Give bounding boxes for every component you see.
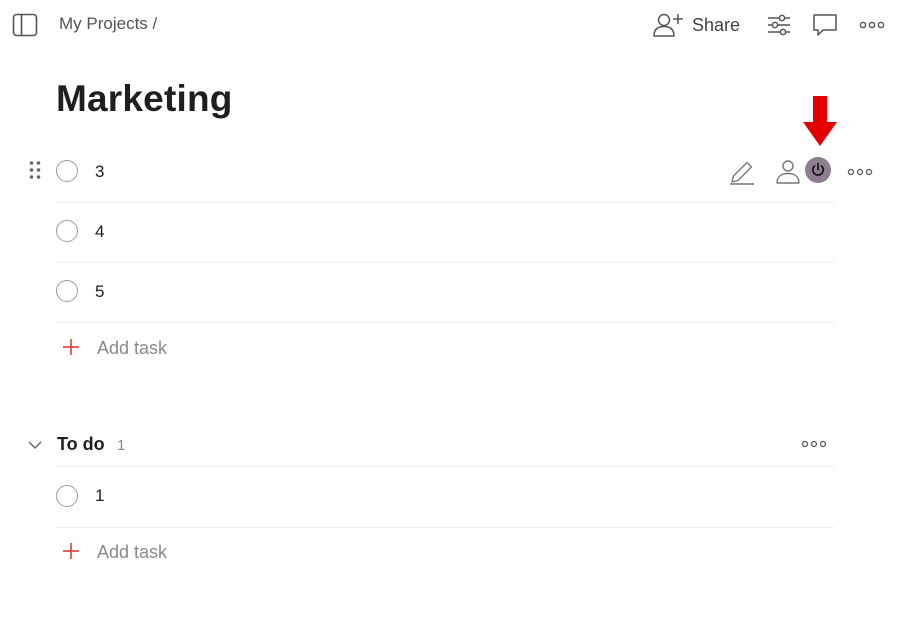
plus-icon [63,339,79,355]
chevron-down-icon[interactable] [26,436,44,454]
drag-handle-icon[interactable] [28,160,42,180]
task-checkbox[interactable] [56,160,78,182]
task-label: 4 [95,222,105,241]
edit-pencil-icon[interactable] [728,158,756,186]
add-task-button[interactable]: Add task [56,538,256,568]
section-title[interactable]: To do [57,434,105,455]
task-row[interactable]: 3 [56,142,834,203]
page-title: Marketing [56,78,233,119]
task-more-options-icon[interactable] [846,158,874,186]
annotation-arrow-icon [803,96,837,146]
view-settings-icon[interactable] [765,11,793,39]
section-task-count: 1 [117,437,126,454]
task-checkbox[interactable] [56,220,78,242]
breadcrumb[interactable]: My Projects / [59,14,157,34]
task-checkbox[interactable] [56,485,78,507]
add-task-label: Add task [97,338,168,358]
task-row[interactable]: 1 [56,467,834,528]
more-options-icon[interactable] [858,11,886,39]
share-button[interactable]: Share [652,10,740,40]
share-label: Share [692,14,741,35]
page: My Projects / Share Marketing 3 4 5 Add … [0,0,900,624]
sidebar-toggle-icon[interactable] [12,12,38,38]
add-task-button[interactable]: Add task [56,334,256,364]
top-bar: My Projects / Share [0,0,900,50]
task-row[interactable]: 5 [56,262,834,323]
power-toggle-icon[interactable] [804,156,832,184]
plus-icon [63,543,79,559]
add-person-icon [653,13,683,37]
task-label: 1 [95,486,105,505]
assign-person-icon[interactable] [774,158,802,186]
task-row[interactable]: 4 [56,202,834,263]
add-task-label: Add task [97,542,168,562]
section-more-options-icon[interactable] [800,432,828,456]
comment-icon[interactable] [811,11,839,39]
task-label: 3 [95,162,105,181]
task-checkbox[interactable] [56,280,78,302]
task-label: 5 [95,282,105,301]
